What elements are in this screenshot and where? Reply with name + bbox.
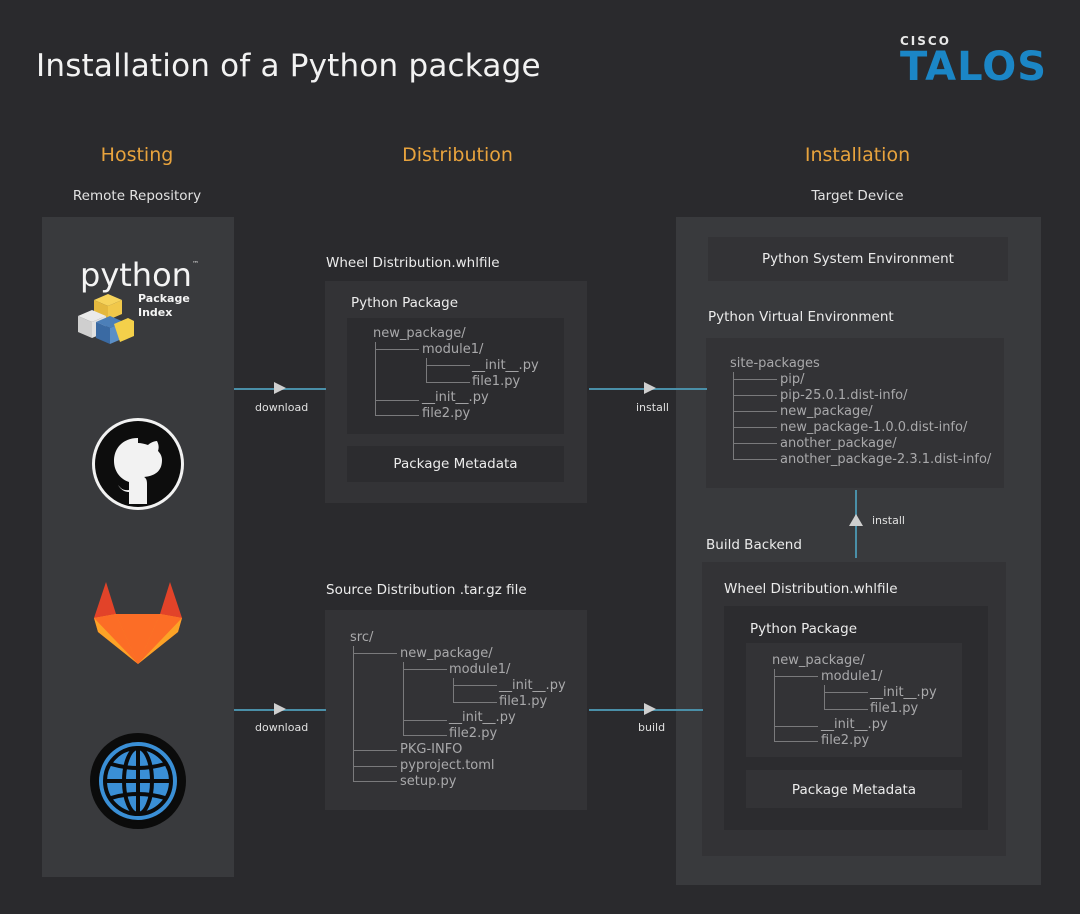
page-title: Installation of a Python package [36, 48, 541, 84]
target-package-metadata: Package Metadata [746, 770, 962, 808]
pypi-cubes-icon [78, 294, 134, 344]
download-arrow-1-label: download [255, 401, 309, 414]
tree-node: module1/ [422, 342, 484, 357]
tree-node: __init__.py [499, 678, 566, 693]
logo-talos-text: TALOS [900, 44, 1048, 90]
build-arrow-head [644, 703, 656, 715]
tree-node: new_package/ [772, 653, 865, 668]
tree-node: file1.py [870, 701, 919, 716]
download-arrow-1-head [274, 382, 286, 394]
site-packages-box: site-packages pip/ pip-25.0.1.dist-info/… [706, 338, 1004, 488]
python-package-index-logo: python ™ Package Index [74, 256, 204, 351]
python-system-environment-box: Python System Environment [708, 237, 1008, 281]
target-package-metadata-label: Package Metadata [791, 782, 917, 798]
tree-node: __init__.py [821, 717, 888, 732]
tree-node: file2.py [821, 733, 870, 748]
tree-node: file2.py [449, 726, 498, 741]
hosting-heading: Hosting [100, 144, 174, 166]
tree-node: another_package/ [780, 436, 897, 451]
download-arrow-2-label: download [255, 721, 309, 734]
download-arrow-2-head [274, 703, 286, 715]
github-icon [92, 418, 184, 510]
build-arrow-label: build [638, 721, 666, 734]
python-system-environment-label: Python System Environment [762, 251, 954, 267]
tree-node: file2.py [422, 406, 471, 421]
package-metadata-label: Package Metadata [393, 456, 518, 472]
tree-node: file1.py [499, 694, 548, 709]
tree-node: pyproject.toml [400, 758, 495, 773]
tree-node: new_package/ [400, 646, 493, 661]
tree-node: module1/ [821, 669, 883, 684]
pypi-line1: Package [138, 292, 190, 305]
globe-icon [90, 733, 186, 829]
tree-node: __init__.py [472, 358, 539, 373]
installation-subheading: Target Device [811, 188, 904, 204]
pypi-line2: Index [138, 306, 173, 319]
hosting-subheading: Remote Repository [72, 188, 202, 204]
tree-node: __init__.py [422, 390, 489, 405]
tree-node: site-packages [730, 356, 820, 371]
install-arrow-label: install [872, 514, 905, 527]
target-wheel-label: Wheel Distribution.whlfile [724, 581, 898, 597]
install-arrow-1-label: install [636, 401, 669, 414]
tree-node: module1/ [449, 662, 511, 677]
distribution-heading: Distribution [402, 144, 513, 166]
pypi-word: python [80, 256, 192, 294]
tree-node: __init__.py [449, 710, 516, 725]
installation-heading: Installation [804, 144, 911, 166]
target-python-package-label: Python Package [750, 621, 858, 637]
wheel-package-tree: new_package/ module1/ __init__.py file1.… [347, 318, 564, 434]
tree-node: pip/ [780, 372, 805, 387]
build-backend-label: Build Backend [706, 537, 802, 553]
source-distribution-box: src/ new_package/ module1/ __init__.py f… [325, 610, 587, 810]
tree-node: PKG-INFO [400, 742, 463, 757]
wheel-package-metadata: Package Metadata [347, 446, 564, 482]
install-arrow-head [849, 514, 863, 526]
tree-node: pip-25.0.1.dist-info/ [780, 388, 908, 403]
source-distribution-label: Source Distribution .tar.gz file [326, 582, 527, 598]
tree-node: another_package-2.3.1.dist-info/ [780, 452, 992, 467]
target-package-tree: new_package/ module1/ __init__.py file1.… [746, 643, 962, 757]
tree-node: __init__.py [870, 685, 937, 700]
gitlab-icon [94, 582, 182, 664]
cisco-talos-logo: CISCO TALOS [900, 34, 1050, 94]
pypi-tm: ™ [192, 260, 199, 268]
tree-node: new_package/ [780, 404, 873, 419]
tree-node: new_package/ [373, 326, 466, 341]
tree-node: file1.py [472, 374, 521, 389]
tree-node: new_package-1.0.0.dist-info/ [780, 420, 968, 435]
wheel-distribution-label: Wheel Distribution.whlfile [326, 255, 500, 271]
python-virtual-environment-label: Python Virtual Environment [708, 309, 894, 325]
tree-node: src/ [350, 630, 374, 645]
wheel-python-package-label: Python Package [351, 295, 459, 311]
tree-node: setup.py [400, 774, 457, 789]
install-arrow-1-head [644, 382, 656, 394]
